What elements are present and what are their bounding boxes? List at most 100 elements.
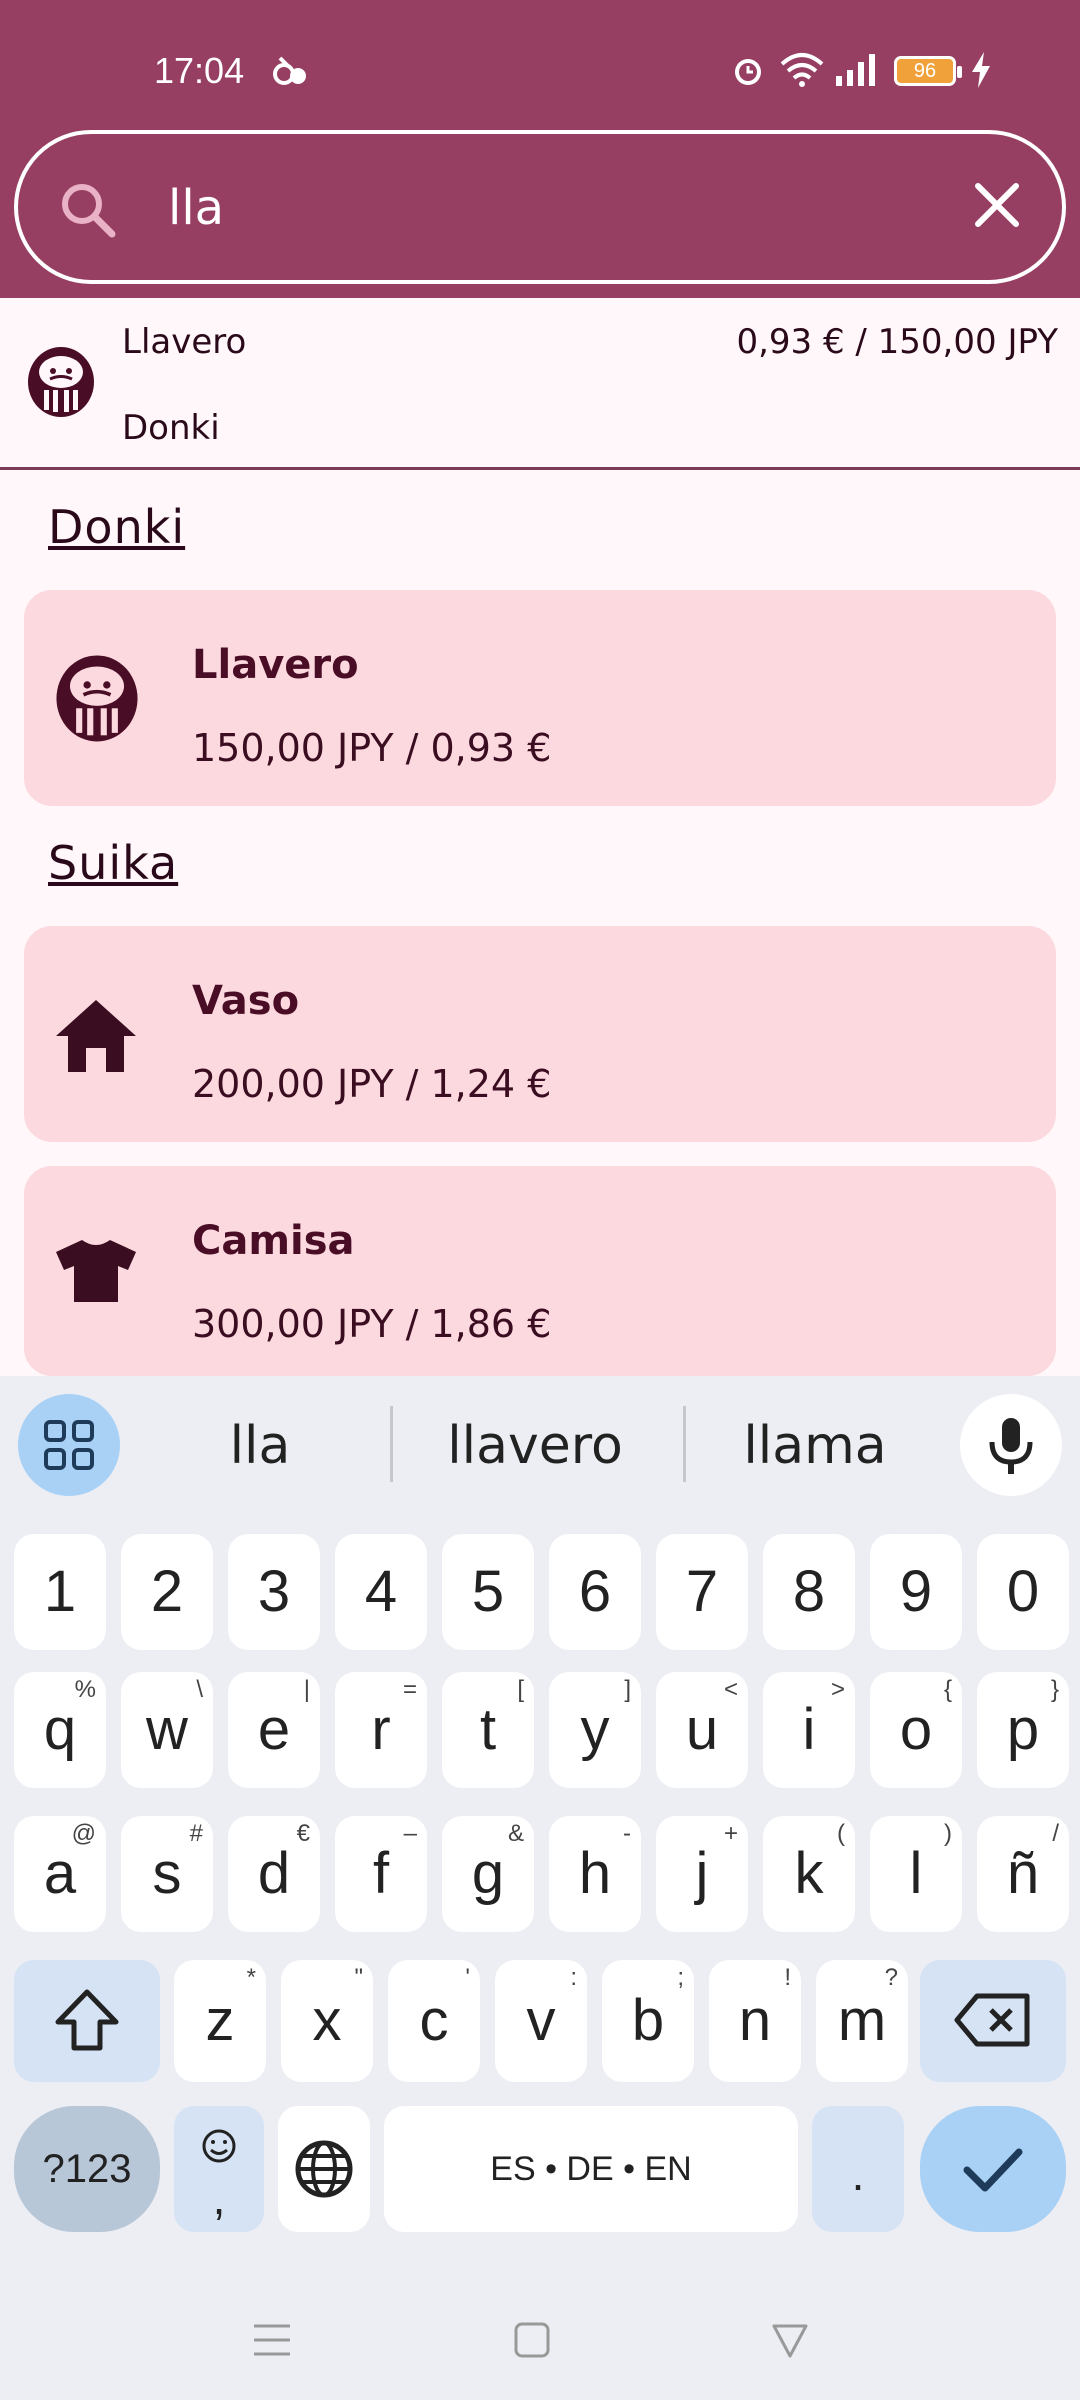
key[interactable]: g & xyxy=(442,1816,534,1932)
back-icon[interactable] xyxy=(770,2320,810,2364)
comma-label: , xyxy=(212,2172,226,2224)
key-label: k xyxy=(794,1841,824,1906)
key-hint: * xyxy=(246,1964,256,1991)
space-key[interactable]: ES • DE • EN xyxy=(384,2106,798,2232)
key[interactable]: k( xyxy=(763,1816,855,1932)
key[interactable]: w \ xyxy=(121,1672,213,1788)
key-hint: @ xyxy=(71,1820,96,1847)
shift-key[interactable] xyxy=(14,1960,160,2082)
search-bar[interactable] xyxy=(14,130,1066,284)
key-hint: } xyxy=(1050,1676,1059,1703)
key[interactable]: 8 xyxy=(763,1534,855,1650)
key[interactable]: 2 xyxy=(121,1534,213,1650)
key-label: x xyxy=(312,1988,342,2053)
key[interactable]: u < xyxy=(656,1672,748,1788)
key-hint: + xyxy=(723,1820,738,1847)
key[interactable]: q% xyxy=(14,1672,106,1788)
search-suggestion[interactable]: Llavero 0,93 € / 150,00 JPY Donki xyxy=(0,298,1080,470)
key-label: 7 xyxy=(685,1559,719,1624)
key[interactable]: 0 xyxy=(977,1534,1069,1650)
key[interactable]: j + xyxy=(656,1816,748,1932)
key[interactable]: a @ xyxy=(14,1816,106,1932)
key-hint: : xyxy=(570,1964,577,1991)
search-input[interactable] xyxy=(168,168,928,248)
key[interactable]: e | xyxy=(228,1672,320,1788)
key[interactable]: d € xyxy=(228,1816,320,1932)
key[interactable]: x " xyxy=(281,1960,373,2082)
symbols-key[interactable]: ?123 xyxy=(14,2106,160,2232)
key[interactable]: y] xyxy=(549,1672,641,1788)
key-label: v xyxy=(526,1988,556,2053)
key[interactable]: o{ xyxy=(870,1672,962,1788)
key-label: 8 xyxy=(792,1559,826,1624)
voice-input-button[interactable] xyxy=(960,1394,1062,1496)
key-hint: = xyxy=(402,1676,417,1703)
key-label: s xyxy=(152,1841,182,1906)
key-label: g xyxy=(471,1841,505,1906)
key[interactable]: 4 xyxy=(335,1534,427,1650)
emoji-key[interactable]: , xyxy=(174,2106,264,2232)
suggestion-store: Donki xyxy=(122,408,220,448)
key[interactable]: s # xyxy=(121,1816,213,1932)
key[interactable]: p} xyxy=(977,1672,1069,1788)
enter-key[interactable] xyxy=(920,2106,1066,2232)
suggestion-divider xyxy=(390,1406,393,1482)
key-label: w xyxy=(146,1697,188,1762)
on-screen-keyboard: lla llavero llama 1234567890 q% w \ e | r = t[y… xyxy=(0,1376,1080,2400)
key-label: t xyxy=(479,1697,497,1762)
alarm-icon xyxy=(730,52,766,92)
key[interactable]: 7 xyxy=(656,1534,748,1650)
app-header: 17:04 96 xyxy=(0,0,1080,298)
key-label: h xyxy=(578,1841,612,1906)
key-label: p xyxy=(1006,1697,1040,1762)
key[interactable]: t[ xyxy=(442,1672,534,1788)
search-icon xyxy=(58,180,118,244)
key[interactable]: r = xyxy=(335,1672,427,1788)
key-label: 6 xyxy=(578,1559,612,1624)
item-card[interactable]: Llavero 150,00 JPY / 0,93 € xyxy=(24,590,1056,806)
key[interactable]: c ' xyxy=(388,1960,480,2082)
recent-apps-icon[interactable] xyxy=(252,2320,292,2364)
key-label: d xyxy=(257,1841,291,1906)
item-name: Vaso xyxy=(192,978,300,1024)
key[interactable]: z * xyxy=(174,1960,266,2082)
clear-search-icon[interactable] xyxy=(970,178,1024,236)
suggestion-word[interactable]: llavero xyxy=(420,1416,650,1476)
key[interactable]: h- xyxy=(549,1816,641,1932)
item-card[interactable]: Camisa 300,00 JPY / 1,86 € xyxy=(24,1166,1056,1376)
item-price: 200,00 JPY / 1,24 € xyxy=(192,1062,552,1106)
home-icon[interactable] xyxy=(512,2320,552,2364)
key-hint: ? xyxy=(884,1964,898,1991)
key-label: 0 xyxy=(1006,1559,1040,1624)
key[interactable]: n! xyxy=(709,1960,801,2082)
key[interactable]: m? xyxy=(816,1960,908,2082)
key[interactable]: l) xyxy=(870,1816,962,1932)
item-card[interactable]: Vaso 200,00 JPY / 1,24 € xyxy=(24,926,1056,1142)
key[interactable]: 9 xyxy=(870,1534,962,1650)
key[interactable]: v: xyxy=(495,1960,587,2082)
key-label: c xyxy=(419,1988,449,2053)
suggestion-word[interactable]: llama xyxy=(720,1416,910,1476)
suggestion-name: Llavero xyxy=(122,322,247,362)
key[interactable]: 1 xyxy=(14,1534,106,1650)
language-key[interactable] xyxy=(278,2106,370,2232)
key[interactable]: b; xyxy=(602,1960,694,2082)
key[interactable]: i > xyxy=(763,1672,855,1788)
backspace-key[interactable] xyxy=(920,1960,1066,2082)
keyboard-menu-button[interactable] xyxy=(18,1394,120,1496)
key-hint: " xyxy=(354,1964,363,1991)
key-label: 4 xyxy=(364,1559,398,1624)
key[interactable]: 6 xyxy=(549,1534,641,1650)
key-hint: % xyxy=(74,1676,96,1703)
key[interactable]: 3 xyxy=(228,1534,320,1650)
key-label: q xyxy=(43,1697,77,1762)
key[interactable]: ñ / xyxy=(977,1816,1069,1932)
key-label: a xyxy=(43,1841,77,1906)
system-navigation-bar xyxy=(0,2280,1080,2400)
notification-icon xyxy=(270,52,310,92)
key[interactable]: 5 xyxy=(442,1534,534,1650)
period-key[interactable]: . xyxy=(812,2106,904,2232)
suggestion-word[interactable]: lla xyxy=(190,1416,330,1476)
key[interactable]: f – xyxy=(335,1816,427,1932)
key-label: z xyxy=(205,1988,235,2053)
